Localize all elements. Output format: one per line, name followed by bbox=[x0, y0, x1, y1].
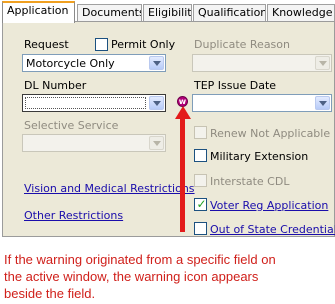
dropdown-button[interactable] bbox=[315, 56, 330, 70]
renew-not-applicable-label: Renew Not Applicable bbox=[210, 127, 331, 140]
permit-only-label: Permit Only bbox=[111, 38, 176, 51]
tab-bar: Application Documents Eligibility Qualif… bbox=[0, 0, 335, 23]
focus-rectangle bbox=[25, 97, 146, 109]
out-of-state-credential-checkbox[interactable] bbox=[194, 222, 207, 235]
vision-medical-restrictions-link[interactable]: Vision and Medical Restrictions bbox=[24, 182, 195, 195]
other-restrictions-link[interactable]: Other Restrictions bbox=[24, 209, 123, 222]
tab-documents[interactable]: Documents bbox=[77, 4, 142, 21]
dropdown-button[interactable] bbox=[149, 136, 164, 150]
request-select[interactable]: Motorcycle Only bbox=[22, 54, 166, 72]
permit-only-checkbox[interactable] bbox=[95, 38, 108, 51]
request-select-value: Motorcycle Only bbox=[26, 57, 115, 70]
chevron-down-icon bbox=[153, 61, 161, 66]
military-extension-checkbox[interactable] bbox=[194, 149, 207, 162]
dropdown-button[interactable] bbox=[315, 96, 330, 110]
annotation-caption: If the warning originated from a specifi… bbox=[4, 252, 276, 301]
selective-service-label: Selective Service bbox=[24, 119, 119, 132]
interstate-cdl-label: Interstate CDL bbox=[210, 175, 290, 188]
tab-label: Eligibility bbox=[148, 6, 192, 19]
tab-label: Qualifications bbox=[198, 6, 266, 19]
voter-reg-application-checkbox[interactable]: ✓ bbox=[194, 197, 207, 211]
voter-reg-application-link[interactable]: Voter Reg Application bbox=[210, 199, 328, 212]
callout-arrow-shaft bbox=[180, 118, 185, 232]
request-label: Request bbox=[24, 38, 69, 51]
tab-eligibility[interactable]: Eligibility bbox=[143, 4, 192, 21]
chevron-down-icon bbox=[319, 101, 327, 106]
chevron-down-icon bbox=[153, 141, 161, 146]
dropdown-button[interactable] bbox=[149, 56, 164, 70]
duplicate-reason-select[interactable] bbox=[192, 54, 332, 72]
checkmark-icon: ✓ bbox=[196, 197, 207, 211]
military-extension-label: Military Extension bbox=[210, 150, 309, 163]
dropdown-button[interactable] bbox=[149, 96, 164, 110]
tep-issue-date-select[interactable] bbox=[192, 94, 332, 112]
chevron-down-icon bbox=[153, 101, 161, 106]
dl-number-select[interactable] bbox=[22, 94, 166, 112]
selective-service-select[interactable] bbox=[22, 134, 166, 152]
tab-knowledge[interactable]: Knowledge bbox=[267, 4, 335, 21]
tab-label: Knowledge bbox=[272, 6, 333, 19]
chevron-down-icon bbox=[319, 61, 327, 66]
dl-number-label: DL Number bbox=[24, 79, 87, 92]
renew-not-applicable-checkbox[interactable] bbox=[194, 126, 207, 139]
duplicate-reason-label: Duplicate Reason bbox=[194, 38, 290, 51]
tab-qualifications[interactable]: Qualifications bbox=[193, 4, 266, 21]
tab-label: Application bbox=[7, 4, 69, 17]
out-of-state-credential-link[interactable]: Out of State Credential bbox=[210, 223, 335, 236]
tab-label: Documents bbox=[82, 6, 142, 19]
interstate-cdl-checkbox[interactable] bbox=[194, 174, 207, 187]
tep-issue-date-label: TEP Issue Date bbox=[194, 79, 277, 92]
tab-application[interactable]: Application bbox=[2, 1, 75, 23]
